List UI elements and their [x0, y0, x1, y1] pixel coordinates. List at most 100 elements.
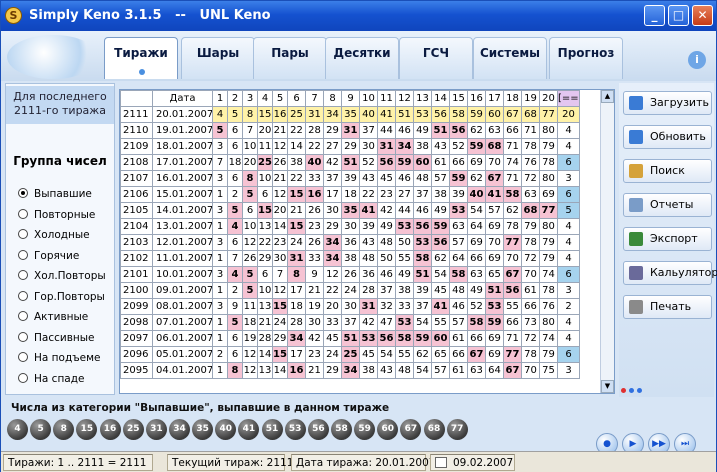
- table-row[interactable]: 2111 20.01.2007 4 5 8 15 16 25 31 34 35 40 41 51 53 56 5…: [120, 106, 580, 123]
- number-cell: 75: [539, 362, 558, 379]
- number-cell: 57: [449, 314, 468, 331]
- column-header[interactable]: 10: [359, 90, 378, 107]
- scroll-down-arrow[interactable]: ▼: [601, 380, 614, 393]
- column-header[interactable]: 2: [227, 90, 243, 107]
- radio-option[interactable]: Холодные: [18, 229, 90, 241]
- number-cell: 39: [341, 170, 360, 187]
- radio-option[interactable]: Гор.Повторы: [18, 290, 105, 303]
- column-header[interactable]: 20: [539, 90, 558, 107]
- column-header[interactable]: 13: [413, 90, 432, 107]
- column-header[interactable]: 14: [431, 90, 450, 107]
- radio-option[interactable]: Пассивные: [18, 331, 95, 344]
- number-cell: 49: [431, 202, 450, 219]
- export-button[interactable]: Экспорт: [623, 227, 712, 251]
- number-cell: 66: [449, 154, 468, 171]
- number-cell: 59: [413, 330, 432, 347]
- vertical-scrollbar[interactable]: ▲ ▼: [600, 90, 614, 393]
- search-button[interactable]: Поиск: [623, 159, 712, 183]
- column-header[interactable]: 8: [323, 90, 342, 107]
- number-cell: 4: [227, 218, 243, 235]
- maximize-button[interactable]: □: [668, 5, 689, 26]
- tab-4[interactable]: ГСЧ: [399, 37, 473, 79]
- number-cell: 6: [257, 266, 273, 283]
- number-cell: 41: [431, 298, 450, 315]
- table-row[interactable]: 2107 16.01.2007 3 6 8 10 21 22 33 37 39 43 45 46 48 57 5…: [120, 170, 580, 187]
- radio-option[interactable]: Повторные: [18, 208, 95, 221]
- column-header[interactable]: 18: [503, 90, 522, 107]
- column-header[interactable]: 1: [212, 90, 228, 107]
- number-cell: 44: [377, 122, 396, 139]
- column-header[interactable]: 3: [242, 90, 258, 107]
- table-row[interactable]: 2106 15.01.2007 1 2 5 6 12 15 16 17 18 22 23 27 37 38 39…: [120, 186, 580, 203]
- number-cell: 15: [257, 202, 273, 219]
- table-row[interactable]: 2110 19.01.2007 5 6 7 20 21 22 28 29 31 37 44 46 49 51 5…: [120, 122, 580, 139]
- column-header[interactable]: [120, 90, 153, 107]
- number-cell: 64: [485, 362, 504, 379]
- help-icon[interactable]: i: [688, 51, 706, 69]
- draw-number: 2110: [120, 122, 153, 139]
- number-cell: 69: [467, 234, 486, 251]
- column-header[interactable]: 6: [287, 90, 306, 107]
- close-button[interactable]: ✕: [692, 5, 713, 26]
- tab-3[interactable]: Десятки: [325, 37, 399, 79]
- tab-6[interactable]: Прогноз: [549, 37, 623, 79]
- column-header[interactable]: 19: [521, 90, 540, 107]
- match-count: 6: [557, 186, 580, 203]
- calculator-button[interactable]: Кальулятор: [623, 261, 717, 285]
- refresh-button[interactable]: Обновить: [623, 125, 712, 149]
- table-row[interactable]: 2108 17.01.2007 7 18 20 25 26 38 40 42 51 52 56 59 60 6…: [120, 154, 580, 171]
- number-cell: 28: [257, 330, 273, 347]
- tab-0[interactable]: Тиражи: [104, 37, 178, 79]
- button-label: Кальулятор: [650, 266, 717, 279]
- scroll-up-arrow[interactable]: ▲: [601, 90, 614, 103]
- column-header[interactable]: 11: [377, 90, 396, 107]
- radio-option[interactable]: На спаде: [18, 372, 84, 385]
- load-button[interactable]: Загрузить: [623, 91, 712, 115]
- table-row[interactable]: 2105 14.01.2007 3 5 6 15 20 21 26 30 35 41 42 44 46 49 5…: [120, 202, 580, 219]
- table-row[interactable]: 2101 10.01.2007 3 4 5 6 7 8 9 12 26 36 46 49 51 54 58 63 6…: [120, 266, 580, 283]
- radio-option[interactable]: Активные: [18, 311, 88, 323]
- draws-grid[interactable]: Дата1234567891011121314151617181920[==]2…: [119, 89, 615, 394]
- table-row[interactable]: 2109 18.01.2007 3 6 10 11 12 14 22 27 29 30 31 34 38 43…: [120, 138, 580, 155]
- match-count: 4: [557, 138, 580, 155]
- number-cell: 53: [413, 234, 432, 251]
- minimize-button[interactable]: _: [644, 5, 665, 26]
- table-row[interactable]: 2100 09.01.2007 1 2 5 10 12 17 21 22 24 28 37 38 39 45 4…: [120, 282, 580, 299]
- radio-option[interactable]: Горячие: [18, 249, 79, 262]
- column-header[interactable]: Дата: [152, 90, 213, 107]
- number-cell: 21: [272, 170, 288, 187]
- reports-button[interactable]: Отчеты: [623, 193, 712, 217]
- table-row[interactable]: 2098 07.01.2007 1 5 18 21 24 28 30 33 37 42 47 53 54 55…: [120, 314, 580, 331]
- column-header[interactable]: 12: [395, 90, 414, 107]
- table-row[interactable]: 2102 11.01.2007 1 7 26 29 30 31 33 34 38 48 50 55 58 62…: [120, 250, 580, 267]
- column-header[interactable]: 15: [449, 90, 468, 107]
- table-row[interactable]: 2095 04.01.2007 1 8 12 13 14 16 21 29 34 38 43 48 54 57…: [120, 362, 580, 379]
- ball: 4: [7, 419, 28, 440]
- number-cell: 66: [467, 250, 486, 267]
- tab-5[interactable]: Системы: [473, 37, 547, 79]
- table-row[interactable]: 2103 12.01.2007 3 6 12 22 23 24 26 34 36 43 48 50 53 56…: [120, 234, 580, 251]
- column-header[interactable]: 7: [305, 90, 324, 107]
- radio-option[interactable]: На подъеме: [18, 352, 100, 364]
- tab-1[interactable]: Шары: [181, 37, 255, 79]
- number-cell: 57: [485, 202, 504, 219]
- title-bar[interactable]: S Simply Keno 3.1.5 -- UNL Keno _ □ ✕: [1, 1, 716, 31]
- column-header[interactable]: 9: [341, 90, 360, 107]
- number-cell: 2: [227, 186, 243, 203]
- number-cell: 70: [485, 234, 504, 251]
- number-cell: 51: [341, 154, 360, 171]
- column-header[interactable]: 17: [485, 90, 504, 107]
- column-header[interactable]: 5: [272, 90, 288, 107]
- table-row[interactable]: 2097 06.01.2007 1 6 19 28 29 34 42 45 51 53 56 58 59 60…: [120, 330, 580, 347]
- radio-option[interactable]: Хол.Повторы: [18, 270, 106, 282]
- radio-option[interactable]: Выпавшие: [18, 188, 92, 200]
- number-cell: 57: [431, 362, 450, 379]
- column-header[interactable]: [==]: [557, 90, 580, 107]
- table-row[interactable]: 2104 13.01.2007 1 4 10 13 14 15 23 29 30 39 49 53 56 59…: [120, 218, 580, 235]
- column-header[interactable]: 16: [467, 90, 486, 107]
- print-button[interactable]: Печать: [623, 295, 712, 319]
- column-header[interactable]: 4: [257, 90, 273, 107]
- table-row[interactable]: 2096 05.01.2007 2 6 12 14 15 17 23 24 25 45 54 55 62 65…: [120, 346, 580, 363]
- table-row[interactable]: 2099 08.01.2007 3 9 11 13 15 18 19 20 30 31 32 33 37 41…: [120, 298, 580, 315]
- tab-2[interactable]: Пары: [253, 37, 327, 79]
